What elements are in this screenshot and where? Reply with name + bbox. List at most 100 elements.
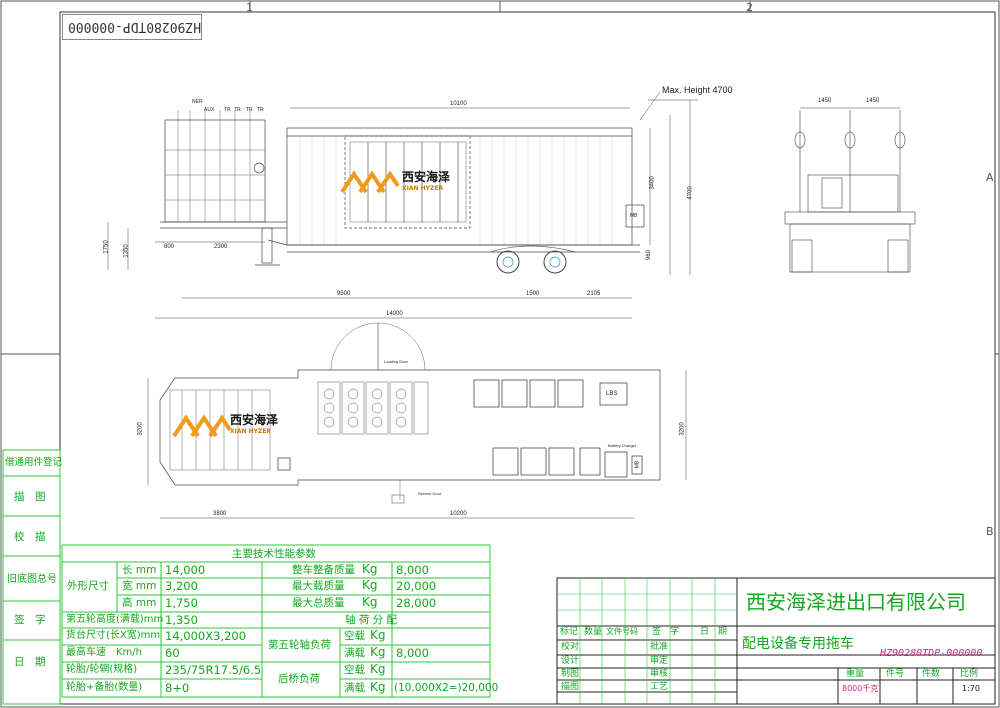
rear-view — [784, 107, 916, 273]
company-name: 西安海泽进出口有限公司 — [746, 590, 966, 614]
dim-1750: 1750 — [103, 240, 110, 254]
weight-value: 8000千克 — [842, 684, 879, 693]
scale-label: 比例 — [960, 669, 979, 679]
sign-draw: 制图 — [561, 669, 580, 679]
dim-length-10100: 10100 — [450, 101, 467, 107]
logo-side-cn: 西安海泽 — [402, 170, 451, 184]
params-max-load-key: 最大载质量 — [292, 580, 345, 592]
label-tr-3: TR — [246, 107, 253, 113]
logo-plan-en: XIAN HYZER — [230, 428, 272, 435]
params-height-val: 1,750 — [165, 596, 198, 610]
dim-2105: 2105 — [587, 291, 601, 297]
strip-borrow-register: 借通用件登记 — [5, 457, 63, 468]
approve-audit: 审核 — [650, 669, 669, 679]
zone-mark-a: A — [986, 171, 994, 184]
params-curb-weight-val: 8,000 — [396, 563, 429, 577]
sign-check: 校对 — [561, 642, 580, 652]
label-tr-1: TR — [224, 107, 231, 113]
params-width-val: 3,200 — [165, 579, 198, 593]
product-name: 配电设备专用拖车 — [742, 636, 854, 652]
hdr-qty: 数量 — [584, 627, 603, 637]
dim-plan-3800: 3800 — [213, 511, 227, 517]
strip-tracing: 描 图 — [14, 491, 46, 503]
count-label: 件数 — [922, 669, 941, 679]
dim-2300: 2300 — [214, 244, 228, 250]
logo-side: 西安海泽 XIAN HYZER — [340, 168, 460, 196]
params-rear-axle-load: 后桥负荷 — [278, 673, 320, 685]
label-loading-door: Loading Door — [384, 359, 409, 364]
params-max-total-key: 最大总质量 — [292, 597, 345, 609]
logo-side-en: XIAN HYZER — [402, 185, 444, 192]
params-axle-full-2-unit: Kg — [370, 680, 386, 694]
params-max-load-val: 20,000 — [396, 579, 437, 593]
sign-trace: 描图 — [561, 682, 580, 692]
params-axle-full-2-val: (10,000X2=)20,000 — [394, 682, 499, 694]
label-service-door: Service Door — [418, 491, 442, 496]
params-group1-label: 外形尺寸 — [67, 580, 109, 592]
params-deck-size-key: 货台尺寸(长X宽)mm — [66, 630, 161, 641]
dim-rear-1450-left: 1450 — [818, 98, 832, 104]
params-max-load-unit: Kg — [362, 578, 378, 592]
params-fifth-wheel-height-key: 第五轮高度(满载)mm — [66, 614, 164, 625]
zone-mark-1: 1 — [246, 1, 253, 14]
hdr-file-no: 文件号码 — [606, 627, 638, 636]
logo-mark-icon — [340, 170, 400, 194]
dim-14000: 14000 — [386, 311, 403, 317]
params-axle-empty-1-key: 空载 — [344, 630, 365, 642]
drawing-number-rotated: HZ90280TDP-000000 — [68, 19, 202, 34]
logo-plan-cn: 西安海泽 — [230, 413, 279, 427]
approve-process: 工艺 — [650, 682, 669, 692]
label-mb-side: MB — [630, 213, 638, 219]
params-length-key: 长 mm — [122, 564, 157, 576]
params-axle-full-2-key: 满载 — [344, 682, 365, 694]
dim-4700: 4700 — [687, 186, 694, 200]
logo-mark-icon — [172, 414, 232, 438]
label-ner: NER — [192, 99, 203, 105]
params-tire-count-val: 8+0 — [165, 681, 190, 695]
params-tire-spec-val: 235/75R17.5/6.5 — [165, 663, 262, 677]
label-tr-2: TR — [234, 107, 241, 113]
params-max-speed-key: 最高车速 Km/h — [66, 647, 143, 658]
params-axle-full-1-key: 满载 — [344, 647, 365, 659]
dim-600: 600 — [164, 244, 175, 250]
approve-review: 审定 — [650, 656, 669, 666]
dim-plan-3200-right: 3200 — [679, 422, 686, 436]
params-curb-weight-unit: Kg — [362, 562, 378, 576]
params-fifth-wheel-height-val: 1,350 — [165, 613, 198, 627]
drawing-number: HZ90280TDP-000000 — [880, 648, 983, 659]
max-height-note: Max. Height 4700 — [662, 85, 733, 95]
params-length-val: 14,000 — [165, 563, 206, 577]
dim-9500: 9500 — [337, 291, 351, 297]
dim-1500: 1500 — [526, 291, 540, 297]
params-axle-full-1-val: 8,000 — [396, 646, 429, 660]
zone-mark-2: 2 — [746, 1, 753, 14]
params-fifth-wheel-load: 第五轮轴负荷 — [268, 639, 331, 651]
label-tr-4: TR — [257, 107, 264, 113]
params-axle-empty-2-key: 空载 — [344, 664, 365, 676]
params-max-total-unit: Kg — [362, 595, 378, 609]
hdr-mark: 标记 — [560, 627, 579, 637]
params-axle-empty-2-unit: Kg — [370, 662, 386, 676]
params-axle-full-1-unit: Kg — [370, 645, 386, 659]
dim-3400: 3400 — [649, 176, 656, 190]
params-tire-spec-key: 轮胎/轮辋(规格) — [66, 664, 138, 675]
label-aux: AUX — [204, 107, 215, 113]
dim-plan-3200-left: 3200 — [137, 422, 144, 436]
strip-old-drawing-no: 旧底图总号 — [7, 574, 57, 585]
params-deck-size-val: 14,000X3,200 — [165, 629, 247, 643]
label-lbs: LBS — [606, 391, 618, 397]
dim-rear-1450-right: 1450 — [866, 98, 880, 104]
params-axle-title: 轴 荷 分 配 — [345, 614, 398, 626]
strip-date: 日 期 — [14, 656, 46, 668]
params-max-speed-val: 60 — [165, 646, 180, 660]
logo-plan: 西安海泽 XIAN HYZER — [172, 412, 292, 440]
strip-check-tracing: 校 描 — [14, 531, 46, 543]
sign-design: 设计 — [561, 656, 580, 666]
hdr-date: 日 期 — [700, 627, 728, 637]
weight-label: 重量 — [846, 669, 865, 679]
strip-signature: 签 字 — [14, 614, 46, 626]
params-axle-empty-1-unit: Kg — [370, 628, 386, 642]
dim-1350: 1350 — [123, 244, 130, 258]
approve-approve: 批准 — [650, 642, 669, 652]
params-title: 主要技术性能参数 — [232, 548, 316, 560]
